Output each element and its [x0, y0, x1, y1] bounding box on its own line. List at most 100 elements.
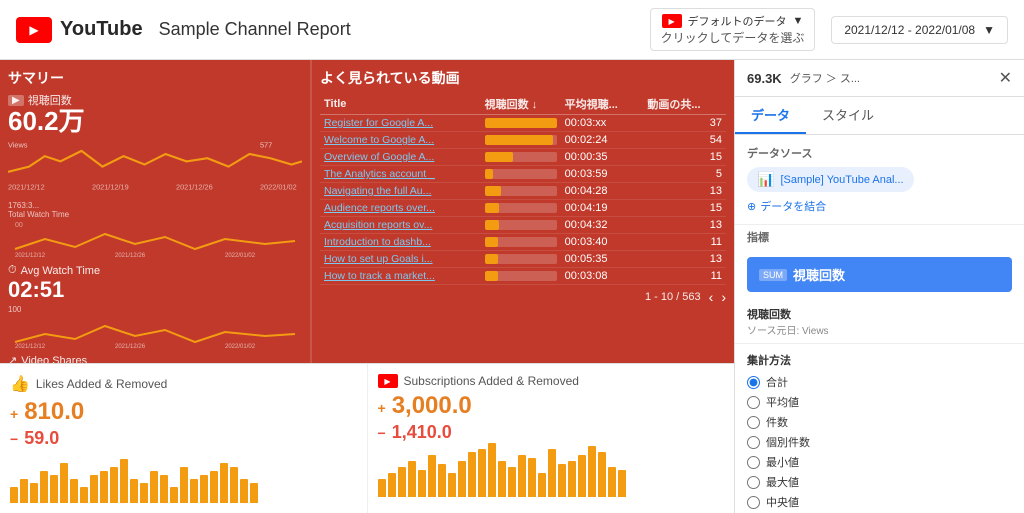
- calc-radio-input[interactable]: [747, 496, 760, 509]
- subs-bar: [488, 443, 496, 497]
- row-title-cell: Audience reports over...: [320, 200, 481, 217]
- row-title-link[interactable]: How to set up Goals i...: [324, 253, 433, 265]
- row-avg-cell: 00:05:35: [561, 251, 644, 268]
- likes-bar: [30, 483, 38, 503]
- row-bar-cell: [481, 234, 561, 251]
- calc-radio-input[interactable]: [747, 396, 760, 409]
- row-shares-cell: 15: [643, 149, 726, 166]
- calc-radio-input[interactable]: [747, 456, 760, 469]
- data-selector[interactable]: デフォルトのデータ ▼ クリックしてデータを選ぶ: [650, 8, 816, 51]
- subs-bar: [568, 461, 576, 497]
- report-title: Sample Channel Report: [159, 19, 351, 40]
- bar-fill: [485, 135, 553, 145]
- row-bar-cell: [481, 166, 561, 183]
- calc-radio-item[interactable]: 中央値: [747, 494, 1012, 510]
- subs-plus-sign: +: [378, 400, 386, 416]
- svg-text:2022/01/02: 2022/01/02: [225, 253, 256, 259]
- row-title-link[interactable]: The Analytics account _: [324, 168, 435, 180]
- col-views[interactable]: 視聴回数 ↓: [481, 94, 561, 115]
- table-row: Overview of Google A... 00:00:35 15: [320, 149, 726, 166]
- subscriptions-title: Subscriptions Added & Removed: [378, 374, 725, 388]
- row-shares-cell: 37: [643, 115, 726, 132]
- row-bar-cell: [481, 132, 561, 149]
- views-play-icon: ▶: [8, 95, 24, 106]
- row-title-link[interactable]: Welcome to Google A...: [324, 134, 434, 146]
- datasource-chip[interactable]: 📊 [Sample] YouTube Anal...: [747, 167, 914, 192]
- svg-text:2021/12/26: 2021/12/26: [115, 344, 146, 349]
- calc-radio-input[interactable]: [747, 416, 760, 429]
- calc-radio-input[interactable]: [747, 476, 760, 489]
- date-range-selector[interactable]: 2021/12/12 - 2022/01/08 ▼: [831, 16, 1008, 44]
- subs-bar: [498, 461, 506, 497]
- row-title-cell: Navigating the full Au...: [320, 183, 481, 200]
- row-title-link[interactable]: Register for Google A...: [324, 117, 433, 129]
- subs-bar: [468, 452, 476, 497]
- main-content: YouTube Sample Channel Report デフォルトのデータ …: [0, 0, 1024, 513]
- likes-minus-value: 59.0: [24, 428, 59, 449]
- metrics-section-title: 指標: [735, 225, 1024, 249]
- row-bar-cell: [481, 251, 561, 268]
- calc-radio-item[interactable]: 最大値: [747, 474, 1012, 490]
- bar-container: [485, 118, 557, 128]
- svg-text:577: 577: [260, 141, 272, 150]
- row-title-link[interactable]: How to track a market...: [324, 270, 435, 282]
- col-avg[interactable]: 平均視聴...: [561, 94, 644, 115]
- watch-time-chart: 00 2021/12/12 2021/12/26 2022/01/02: [8, 219, 302, 259]
- red-zone: サマリー ▶ 視聴回数 60.2万 Views 577 2021/12/12: [0, 60, 734, 513]
- calc-radio-input[interactable]: [747, 376, 760, 389]
- youtube-logo: YouTube: [16, 17, 143, 43]
- row-shares-cell: 15: [643, 200, 726, 217]
- subs-bar: [528, 458, 536, 497]
- calc-radio-input[interactable]: [747, 436, 760, 449]
- subs-bar: [428, 455, 436, 497]
- data-selector-sublabel: クリックしてデータを選ぶ: [661, 29, 805, 46]
- likes-bar: [60, 463, 68, 503]
- add-data-button[interactable]: ⊕ データを結合: [747, 198, 1012, 214]
- row-avg-cell: 00:03:08: [561, 268, 644, 285]
- svg-text:00: 00: [15, 222, 23, 229]
- subs-bar: [438, 464, 446, 497]
- calc-radio-label: 中央値: [766, 494, 799, 510]
- watch-time-icon: ⏱: [8, 264, 17, 277]
- datasource-icon: 📊: [757, 171, 774, 188]
- likes-bar: [160, 475, 168, 503]
- table-row: Navigating the full Au... 00:04:28 13: [320, 183, 726, 200]
- tab-style[interactable]: スタイル: [806, 97, 890, 134]
- pagination-next[interactable]: ›: [721, 289, 726, 305]
- svg-text:Views: Views: [8, 141, 28, 150]
- calc-radio-item[interactable]: 個別件数: [747, 434, 1012, 450]
- calc-radio-item[interactable]: 件数: [747, 414, 1012, 430]
- likes-bar: [250, 483, 258, 503]
- row-title-link[interactable]: Audience reports over...: [324, 202, 435, 214]
- calc-radio-item[interactable]: 合計: [747, 374, 1012, 390]
- row-title-link[interactable]: Overview of Google A...: [324, 151, 434, 163]
- calc-radio-item[interactable]: 平均値: [747, 394, 1012, 410]
- data-selector-arrow: ▼: [793, 15, 804, 27]
- field-info: 視聴回数 ソース元日: Views: [735, 300, 1024, 343]
- likes-bar: [220, 463, 228, 503]
- calc-radio-item[interactable]: 最小値: [747, 454, 1012, 470]
- likes-bar-chart: [10, 453, 357, 503]
- col-title[interactable]: Title: [320, 94, 481, 115]
- col-shares[interactable]: 動画の共...: [643, 94, 726, 115]
- likes-plus-value: 810.0: [24, 398, 84, 426]
- pagination-prev[interactable]: ‹: [709, 289, 714, 305]
- subs-bar: [578, 455, 586, 497]
- svg-text:2021/12/26: 2021/12/26: [115, 253, 146, 259]
- tab-data[interactable]: データ: [735, 97, 806, 134]
- row-bar-cell: [481, 115, 561, 132]
- row-title-link[interactable]: Navigating the full Au...: [324, 185, 431, 197]
- subs-bar: [388, 473, 396, 497]
- close-icon[interactable]: ✕: [999, 68, 1012, 88]
- row-title-cell: The Analytics account _: [320, 166, 481, 183]
- metric-card[interactable]: SUM 視聴回数: [747, 257, 1012, 292]
- shares-label: Video Shares: [21, 355, 87, 364]
- subs-bar: [558, 464, 566, 497]
- right-sidebar: 69.3K グラフ ＞ ス... ✕ データ スタイル データソース 📊 [Sa…: [734, 60, 1024, 513]
- unsubs-minus-sign: −: [378, 425, 386, 441]
- bar-container: [485, 169, 557, 179]
- row-title-link[interactable]: Introduction to dashb...: [324, 236, 431, 248]
- row-title-link[interactable]: Acquisition reports ov...: [324, 219, 432, 231]
- row-avg-cell: 00:03:xx: [561, 115, 644, 132]
- bar-container: [485, 186, 557, 196]
